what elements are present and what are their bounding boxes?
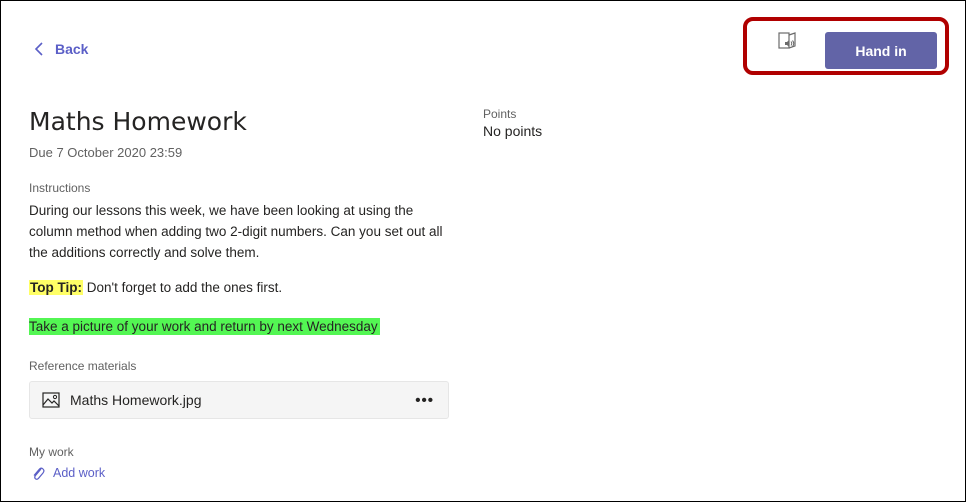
reference-materials-label: Reference materials [29, 359, 137, 373]
points-value: No points [483, 123, 543, 139]
my-work-label: My work [29, 445, 74, 459]
file-name: Maths Homework.jpg [70, 392, 202, 408]
top-tip-label: Top Tip: [29, 280, 83, 295]
reference-file-card[interactable]: Maths Homework.jpg ••• [29, 381, 449, 419]
add-work-button[interactable]: Add work [31, 465, 105, 481]
image-file-icon [42, 392, 60, 408]
hand-in-button[interactable]: Hand in [825, 32, 937, 69]
instructions-label: Instructions [29, 181, 91, 195]
add-work-label: Add work [53, 466, 106, 480]
top-tip: Top Tip: Don't forget to add the ones fi… [29, 280, 282, 295]
back-button[interactable]: Back [33, 41, 88, 57]
immersive-reader-icon[interactable] [777, 31, 799, 53]
return-note: Take a picture of your work and return b… [29, 318, 380, 335]
chevron-left-icon [34, 42, 43, 56]
instructions-text: During our lessons this week, we have be… [29, 203, 443, 260]
due-date: Due 7 October 2020 23:59 [29, 145, 183, 160]
more-options-button[interactable]: ••• [415, 392, 434, 409]
top-tip-text: Don't forget to add the ones first. [82, 280, 283, 295]
assignment-page: Back Hand in Maths Homework Due 7 Octobe… [0, 0, 966, 502]
assignment-title: Maths Homework [29, 107, 247, 136]
paperclip-icon [33, 467, 45, 480]
back-label: Back [55, 41, 89, 57]
points-label: Points [483, 107, 517, 121]
